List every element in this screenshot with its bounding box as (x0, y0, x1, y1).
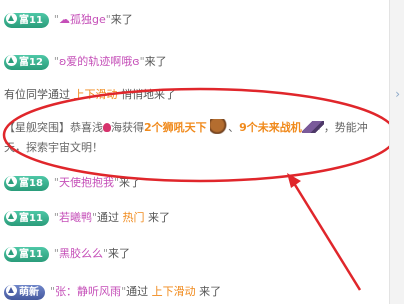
scrollbar[interactable] (389, 0, 404, 304)
chevron-right-icon[interactable]: › (395, 87, 400, 101)
annotation-overlay (2, 87, 398, 291)
highlight-ellipse (2, 87, 398, 183)
annotation-arrow-line (290, 179, 362, 291)
